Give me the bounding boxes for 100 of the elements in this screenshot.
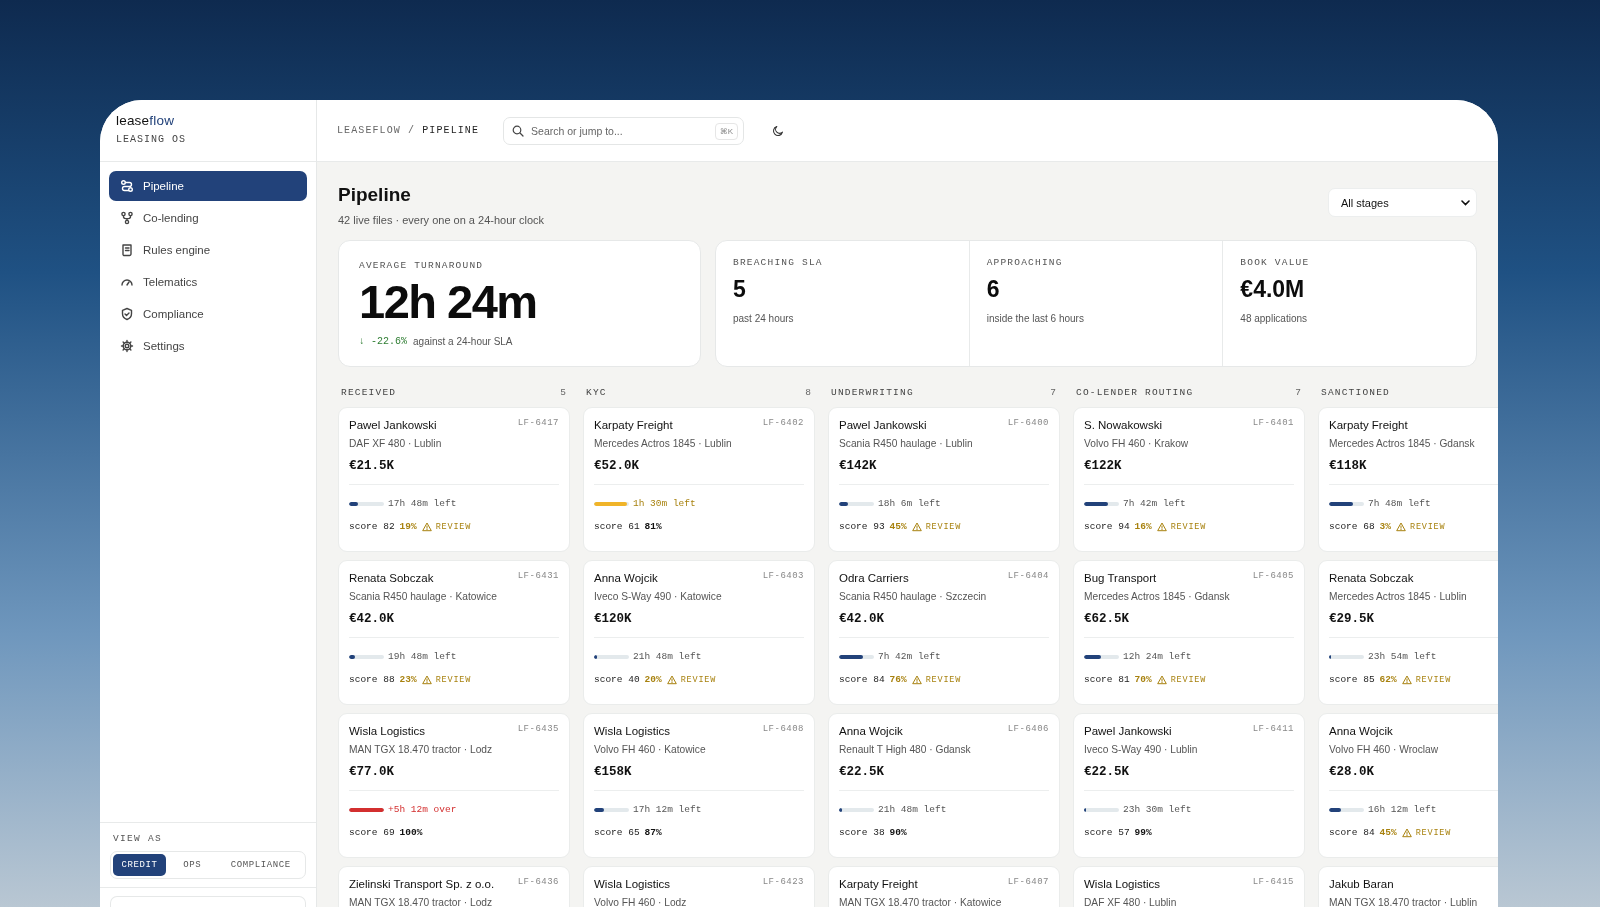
deal-card[interactable]: Odra Carriers LF-6404 Scania R450 haulage · Szczecin €42.0K 7h 42m left score 84 76% REVIEW: [828, 560, 1060, 706]
column-title: RECEIVED: [341, 386, 397, 398]
deal-card[interactable]: Wisla Logistics LF-6415 DAF XF 480 · Lublin: [1073, 866, 1305, 907]
page-subtitle: 42 live files · every one on a 24-hour clock: [338, 214, 545, 226]
nav-item[interactable]: Compliance: [109, 299, 307, 329]
sla-timer: 19h 48m left: [388, 651, 457, 663]
match-percent: 76%: [889, 674, 907, 686]
deal-card[interactable]: Pawel Jankowski LF-6417 DAF XF 480 · Lublin €21.5K 17h 48m left score 82 19% REVIEW: [338, 407, 570, 553]
deal-card[interactable]: Karpaty Freight LF-6402 Mercedes Actros 1845 · Lublin €52.0K 1h 30m left score 61 81%: [583, 407, 815, 553]
applicant-name: Wisla Logistics: [594, 878, 671, 891]
asset-location: Volvo FH 460 · Krakow: [1084, 438, 1190, 450]
stage-select[interactable]: All stages: [1328, 188, 1477, 217]
role-option[interactable]: CREDIT: [113, 854, 166, 876]
file-id: LF-6406: [1007, 724, 1049, 735]
applicant-name: Zielinski Transport Sp. z o.o.: [349, 878, 495, 891]
applicant-name: Jakub Baran: [1329, 878, 1394, 891]
file-id: LF-6402: [762, 418, 804, 429]
shortcut-hint: ⌘K: [714, 122, 739, 140]
stat-value: €4.0M: [1240, 276, 1306, 303]
match-percent: 16%: [1134, 521, 1152, 533]
file-id: LF-6423: [762, 877, 804, 888]
deal-card[interactable]: Karpaty Freight LF-6407 MAN TGX 18.470 tractor · Katowice: [828, 866, 1060, 907]
warning-icon: [666, 674, 677, 685]
page-title: Pipeline: [338, 184, 412, 206]
warning-icon: [1401, 827, 1412, 838]
amount: €22.5K: [839, 765, 885, 780]
match-percent: 70%: [1134, 674, 1152, 686]
sla-timer: 17h 12m left: [633, 804, 702, 816]
role-option[interactable]: COMPLIANCE: [218, 854, 303, 876]
amount: €22.5K: [1084, 765, 1130, 780]
deal-card[interactable]: Renata Sobczak Mercedes Actros 1845 · Lublin €29.5K 23h 54m left score 85 62% REVIEW: [1318, 560, 1498, 706]
nav-item[interactable]: Telematics: [109, 267, 307, 297]
match-percent: 45%: [1379, 827, 1397, 839]
applicant-name: Wisla Logistics: [1084, 878, 1161, 891]
deal-card[interactable]: Pawel Jankowski LF-6411 Iveco S-Way 490 · Lublin €22.5K 23h 30m left score 57 99%: [1073, 713, 1305, 859]
settings-icon: [120, 339, 134, 353]
deal-card[interactable]: Jakub Baran MAN TGX 18.470 tractor · Lublin: [1318, 866, 1498, 907]
review-label: REVIEW: [680, 674, 717, 685]
review-label: REVIEW: [1415, 674, 1452, 685]
applicant-name: Anna Wojcik: [594, 572, 658, 585]
match-percent: 87%: [644, 827, 662, 839]
deal-card[interactable]: Wisla Logistics LF-6423 Volvo FH 460 · Lodz: [583, 866, 815, 907]
deal-card[interactable]: Karpaty Freight Mercedes Actros 1845 · Gdansk €118K 7h 48m left score 68 3% REVIEW: [1318, 407, 1498, 553]
asset-location: Mercedes Actros 1845 · Gdansk: [1329, 438, 1476, 450]
asset-location: Volvo FH 460 · Wroclaw: [1329, 744, 1440, 756]
match-percent: 45%: [889, 521, 907, 533]
deal-card[interactable]: Anna Wojcik LF-6406 Renault T High 480 · Gdansk €22.5K 21h 48m left score 38 90%: [828, 713, 1060, 859]
sla-timer: 18h 6m left: [878, 498, 941, 510]
amount: €118K: [1329, 459, 1368, 474]
match-percent: 100%: [399, 827, 423, 839]
asset-location: MAN TGX 18.470 tractor · Katowice: [839, 897, 1003, 907]
file-id: LF-6415: [1252, 877, 1294, 888]
score: score 57: [1084, 827, 1130, 839]
match-percent: 20%: [644, 674, 662, 686]
review-label: REVIEW: [435, 674, 472, 685]
column-count: 7: [1295, 386, 1301, 398]
amount: €77.0K: [349, 765, 395, 780]
applicant-name: Renata Sobczak: [1329, 572, 1414, 585]
stat-label: BOOK VALUE: [1240, 257, 1311, 268]
score: score 94: [1084, 521, 1130, 533]
asset-location: Renault T High 480 · Gdansk: [839, 744, 972, 756]
match-percent: 81%: [644, 521, 662, 533]
nav-item[interactable]: Settings: [109, 331, 307, 361]
score: score 84: [1329, 827, 1375, 839]
asset-location: MAN TGX 18.470 tractor · Lodz: [349, 744, 494, 756]
asset-location: Scania R450 haulage · Katowice: [349, 591, 498, 603]
deal-card[interactable]: Anna Wojcik Volvo FH 460 · Wroclaw €28.0K 16h 12m left score 84 45% REVIEW: [1318, 713, 1498, 859]
deal-card[interactable]: Zielinski Transport Sp. z o.o. LF-6436 MAN TGX 18.470 tractor · Lodz: [338, 866, 570, 907]
warning-icon: [1401, 674, 1412, 685]
nav-item[interactable]: Co-lending: [109, 203, 307, 233]
file-id: LF-6435: [517, 724, 559, 735]
deal-card[interactable]: Wisla Logistics LF-6435 MAN TGX 18.470 tractor · Lodz €77.0K +5h 12m over score 69 100%: [338, 713, 570, 859]
stat-note: 48 applications: [1240, 313, 1309, 324]
amount: €120K: [594, 612, 633, 627]
deal-card[interactable]: Anna Wojcik LF-6403 Iveco S-Way 490 · Katowice €120K 21h 48m left score 40 20% REVIEW: [583, 560, 815, 706]
applicant-name: Pawel Jankowski: [839, 419, 927, 432]
deal-card[interactable]: S. Nowakowski LF-6401 Volvo FH 460 · Krakow €122K 7h 42m left score 94 16% REVIEW: [1073, 407, 1305, 553]
deal-card[interactable]: Wisla Logistics LF-6408 Volvo FH 460 · Katowice €158K 17h 12m left score 65 87%: [583, 713, 815, 859]
applicant-name: Anna Wojcik: [1329, 725, 1393, 738]
deal-card[interactable]: Pawel Jankowski LF-6400 Scania R450 haulage · Lublin €142K 18h 6m left score 93 45% REVIEW: [828, 407, 1060, 553]
deal-card[interactable]: Renata Sobczak LF-6431 Scania R450 haulage · Katowice €42.0K 19h 48m left score 88 23% REVIEW: [338, 560, 570, 706]
amount: €21.5K: [349, 459, 395, 474]
match-percent: 62%: [1379, 674, 1397, 686]
warning-icon: [911, 674, 922, 685]
deal-card[interactable]: Bug Transport LF-6405 Mercedes Actros 1845 · Gdansk €62.5K 12h 24m left score 81 70% REVIEW: [1073, 560, 1305, 706]
nav-item[interactable]: Pipeline: [109, 171, 307, 201]
logo: leaseflow: [116, 113, 176, 128]
applicant-name: Wisla Logistics: [349, 725, 426, 738]
column-title: SANCTIONED: [1321, 386, 1390, 398]
sla-timer: 1h 30m left: [633, 498, 696, 510]
role-option[interactable]: OPS: [165, 854, 219, 876]
stat-value: 6: [986, 276, 1001, 303]
applicant-name: Renata Sobczak: [349, 572, 434, 585]
asset-location: DAF XF 480 · Lublin: [349, 438, 443, 450]
warning-icon: [421, 521, 432, 532]
nav-item[interactable]: Rules engine: [109, 235, 307, 265]
score: score 65: [594, 827, 640, 839]
stat-label: APPROACHING: [986, 257, 1064, 268]
score: score 84: [839, 674, 885, 686]
warning-icon: [1396, 521, 1406, 532]
